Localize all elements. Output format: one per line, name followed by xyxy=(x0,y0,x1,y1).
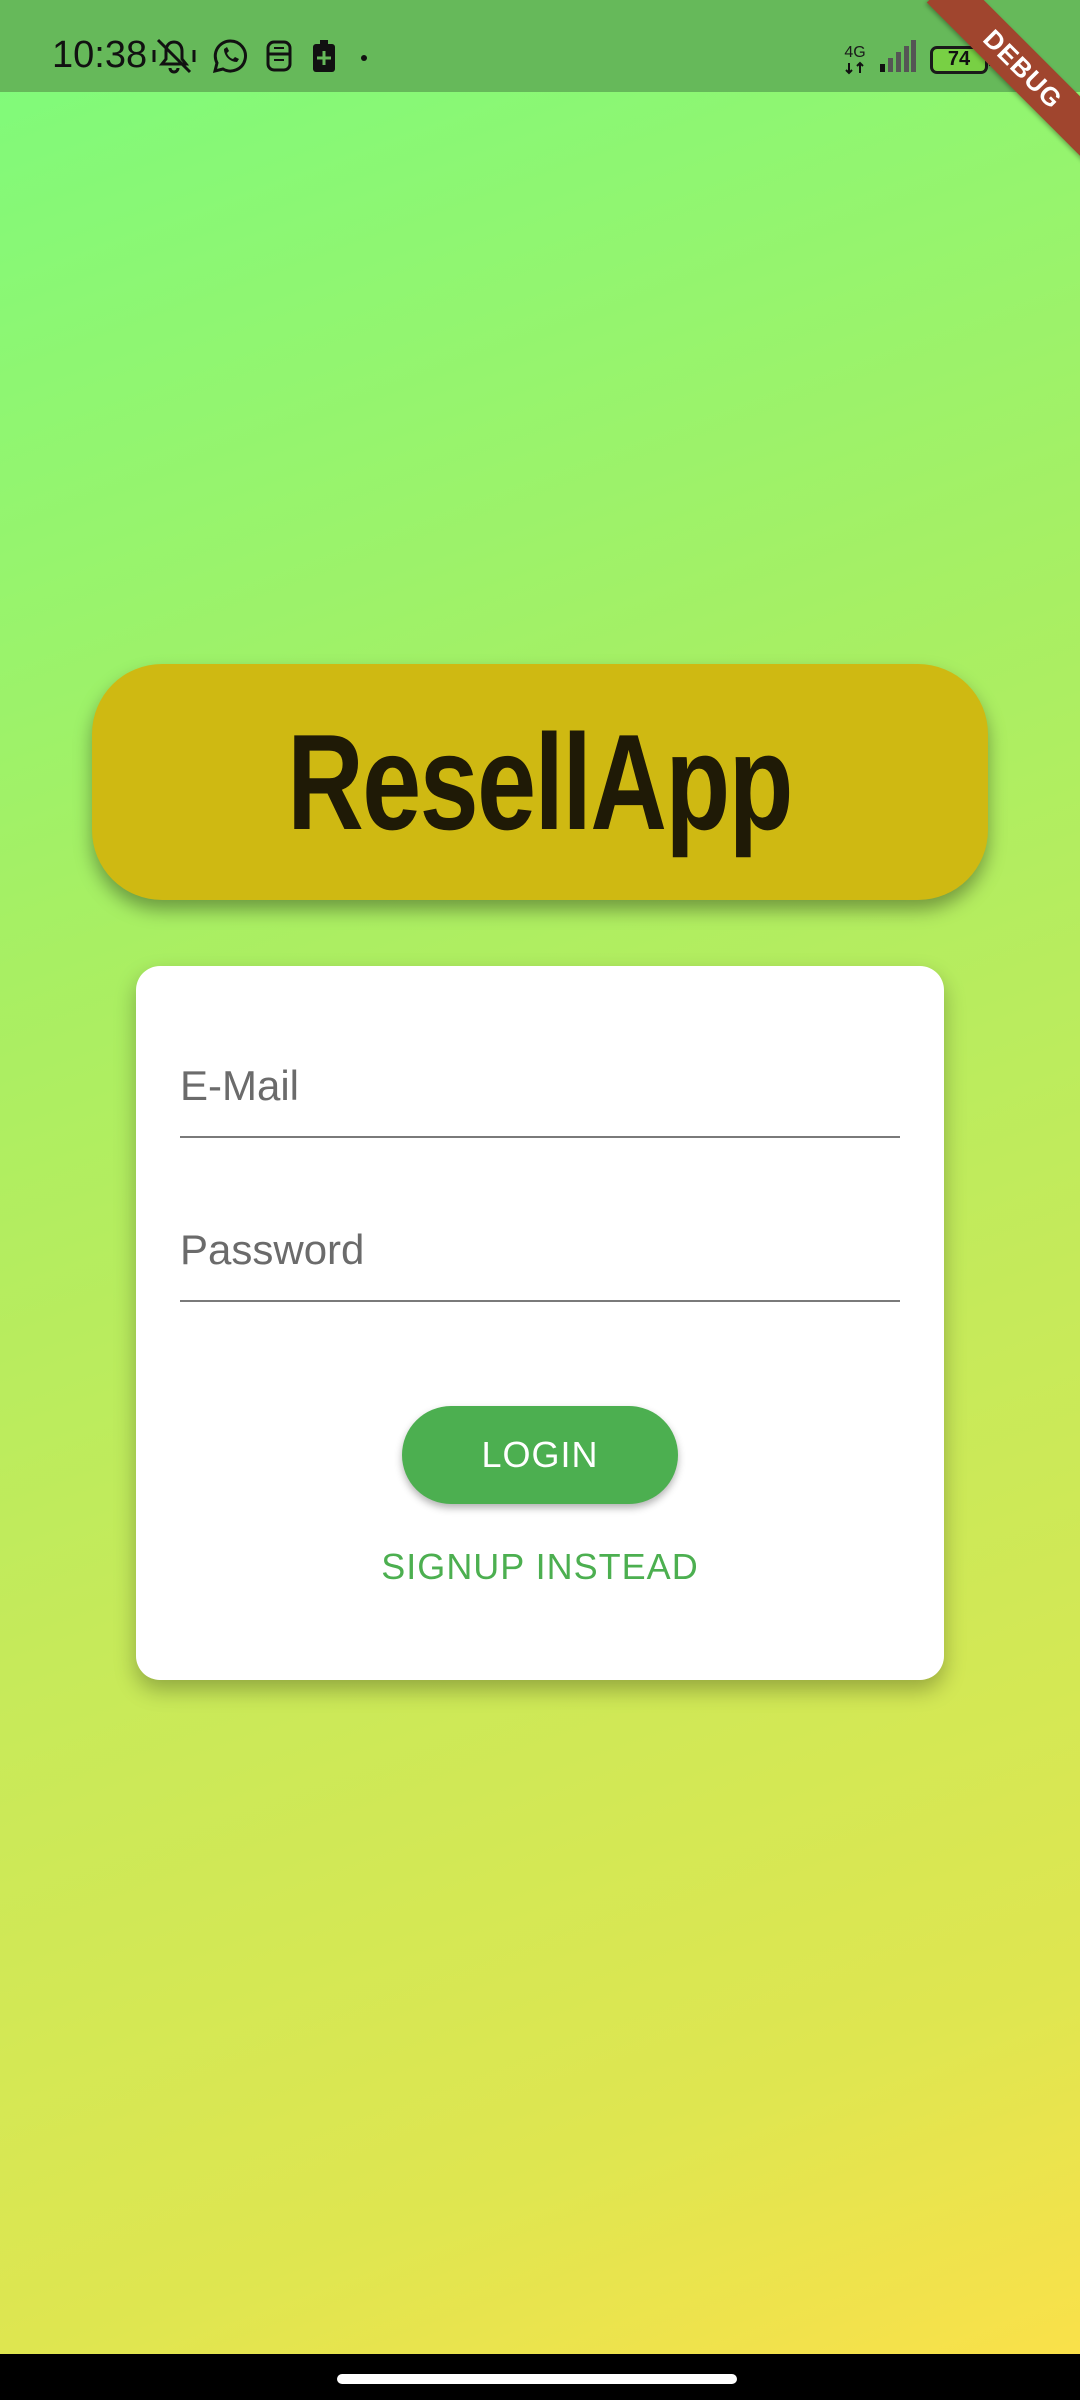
home-indicator[interactable] xyxy=(337,2374,737,2384)
status-bar: 10:38 4G 74 xyxy=(0,0,1080,92)
status-icons-right: 4G 74 xyxy=(844,40,993,79)
login-button[interactable]: LOGIN xyxy=(402,1406,678,1504)
dot-icon xyxy=(354,38,374,79)
status-icons-left xyxy=(152,38,374,79)
network-4g-icon: 4G xyxy=(844,43,866,75)
status-time: 10:38 xyxy=(52,34,148,76)
app-logo-banner: ResellApp xyxy=(92,664,988,900)
login-screen: 10:38 4G 74 DEBUG ResellApp E-Mail LOGIN… xyxy=(0,0,1080,2400)
sim-icon xyxy=(264,38,294,79)
network-label: 4G xyxy=(844,43,866,61)
battery-level: 74 xyxy=(947,48,971,70)
vibrate-mute-icon xyxy=(152,38,196,79)
email-field-container xyxy=(180,1062,900,1138)
password-field-container xyxy=(180,1226,900,1302)
password-field[interactable] xyxy=(180,1226,900,1274)
battery-saver-icon xyxy=(310,38,338,79)
signup-instead-button[interactable]: SIGNUP INSTEAD xyxy=(136,1546,944,1588)
app-title: ResellApp xyxy=(287,706,794,858)
whatsapp-icon xyxy=(212,38,248,79)
signal-icon xyxy=(880,40,916,79)
login-card: LOGIN SIGNUP INSTEAD xyxy=(136,966,944,1680)
email-field[interactable] xyxy=(180,1062,900,1110)
